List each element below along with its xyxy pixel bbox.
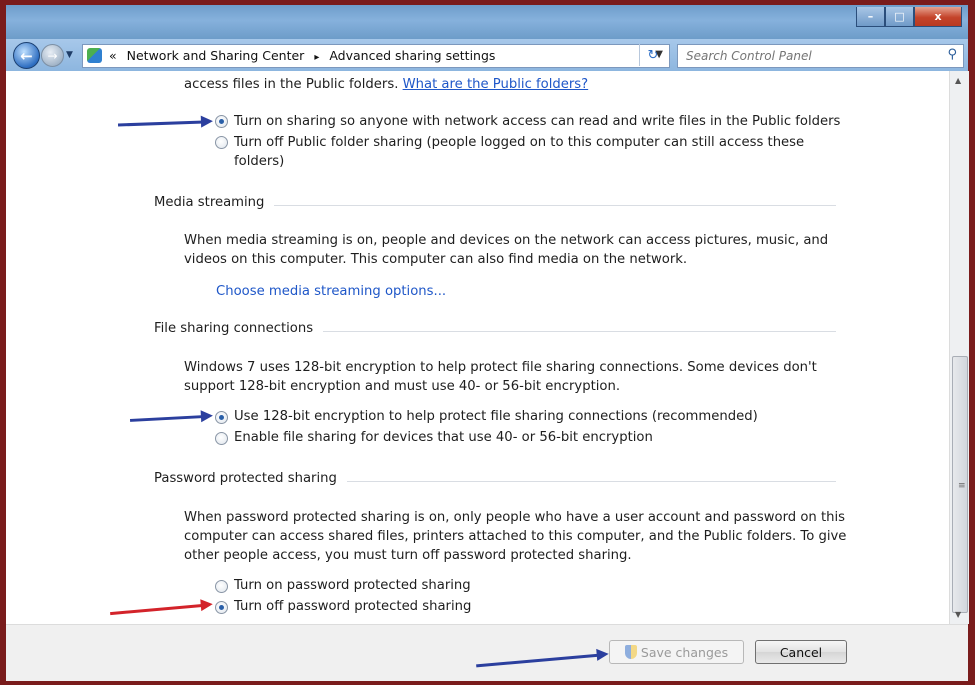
close-button[interactable]: x (914, 7, 962, 27)
title-bar: – □ x (6, 5, 968, 39)
radio-encryption-128[interactable] (215, 411, 228, 424)
file-sharing-desc-line2: support 128-bit encryption and must use … (184, 379, 621, 394)
scrollbar-thumb[interactable]: ≡ (952, 356, 968, 613)
save-changes-button[interactable]: Save changes (609, 640, 744, 664)
vertical-scrollbar[interactable]: ▲ ≡ ▼ (949, 71, 969, 624)
option-encryption-128-label: Use 128-bit encryption to help protect f… (234, 409, 758, 424)
breadcrumb-advanced-sharing-settings[interactable]: Advanced sharing settings (329, 48, 495, 63)
control-panel-icon (87, 48, 102, 63)
password-sharing-desc-line1: When password protected sharing is on, o… (184, 510, 846, 525)
cancel-button[interactable]: Cancel (755, 640, 847, 664)
option-public-sharing-on-label: Turn on sharing so anyone with network a… (234, 114, 841, 129)
media-streaming-desc-line1: When media streaming is on, people and d… (184, 233, 829, 248)
explorer-window: – □ x ← → ▼ « Network and Sharing Center… (6, 5, 969, 681)
cancel-label: Cancel (779, 644, 823, 660)
recent-pages-dropdown[interactable]: ▼ (66, 50, 73, 60)
section-title-file-sharing: File sharing connections (154, 321, 324, 336)
radio-public-sharing-on[interactable] (215, 115, 228, 128)
breadcrumb: « Network and Sharing Center ▸ Advanced … (109, 48, 495, 63)
section-title-password-sharing: Password protected sharing (154, 471, 347, 486)
settings-content: access files in the Public folders. What… (6, 71, 949, 624)
save-changes-label: Save changes (640, 644, 729, 660)
password-sharing-desc-line2: computer can access shared files, printe… (184, 529, 847, 544)
scrollbar-grip-icon: ≡ (958, 481, 966, 491)
annotation-arrow-password-off (110, 598, 214, 616)
option-password-sharing-off-label: Turn off password protected sharing (234, 599, 472, 614)
option-password-sharing-on-label: Turn on password protected sharing (234, 578, 471, 593)
option-public-sharing-off-label-line2: folders) (234, 154, 285, 169)
minimize-button[interactable]: – (856, 7, 885, 27)
option-public-sharing-off-label: Turn off Public folder sharing (people l… (234, 135, 805, 150)
media-streaming-options-link[interactable]: Choose media streaming options... (216, 282, 446, 301)
footer-bar: Save changes Cancel (6, 624, 968, 681)
window-controls: – □ x (856, 7, 962, 27)
back-arrow-icon: ← (20, 46, 33, 65)
forward-arrow-icon: → (47, 48, 58, 63)
section-file-sharing-connections: File sharing connections (154, 321, 836, 341)
radio-encryption-40-56[interactable] (215, 432, 228, 445)
breadcrumb-separator-icon[interactable]: ▸ (314, 52, 319, 63)
annotation-arrow-encryption (129, 409, 214, 423)
annotation-arrow-public-sharing (117, 115, 214, 128)
scroll-down-icon[interactable]: ▼ (955, 610, 961, 619)
breadcrumb-network-and-sharing-center[interactable]: Network and Sharing Center (127, 48, 305, 63)
annotation-arrow-save (476, 647, 610, 668)
radio-password-sharing-off[interactable] (215, 601, 228, 614)
public-folders-help-link[interactable]: What are the Public folders? (403, 77, 589, 92)
search-box[interactable]: ⚲ (677, 44, 964, 68)
search-icon[interactable]: ⚲ (947, 47, 957, 62)
password-sharing-desc-line3: other people access, you must turn off p… (184, 548, 632, 563)
address-bar[interactable]: « Network and Sharing Center ▸ Advanced … (82, 44, 670, 68)
forward-button[interactable]: → (41, 44, 64, 67)
section-password-protected-sharing: Password protected sharing (154, 471, 836, 491)
back-button[interactable]: ← (13, 42, 40, 69)
section-title-media-streaming: Media streaming (154, 195, 275, 210)
address-toolbar: ← → ▼ « Network and Sharing Center ▸ Adv… (6, 39, 968, 71)
public-folders-intro-text: access files in the Public folders. (184, 77, 399, 92)
search-input[interactable] (684, 47, 938, 65)
media-streaming-desc-line2: videos on this computer. This computer c… (184, 252, 688, 267)
section-media-streaming: Media streaming (154, 195, 836, 215)
refresh-icon[interactable]: ↻ (639, 44, 666, 66)
radio-public-sharing-off[interactable] (215, 136, 228, 149)
breadcrumb-overflow[interactable]: « (109, 48, 117, 63)
maximize-button[interactable]: □ (885, 7, 914, 27)
option-encryption-40-56-label: Enable file sharing for devices that use… (234, 430, 653, 445)
radio-password-sharing-on[interactable] (215, 580, 228, 593)
scroll-up-icon[interactable]: ▲ (955, 76, 961, 85)
public-folders-intro: access files in the Public folders. What… (184, 75, 588, 94)
uac-shield-icon (624, 645, 637, 659)
file-sharing-desc-line1: Windows 7 uses 128-bit encryption to hel… (184, 360, 817, 375)
